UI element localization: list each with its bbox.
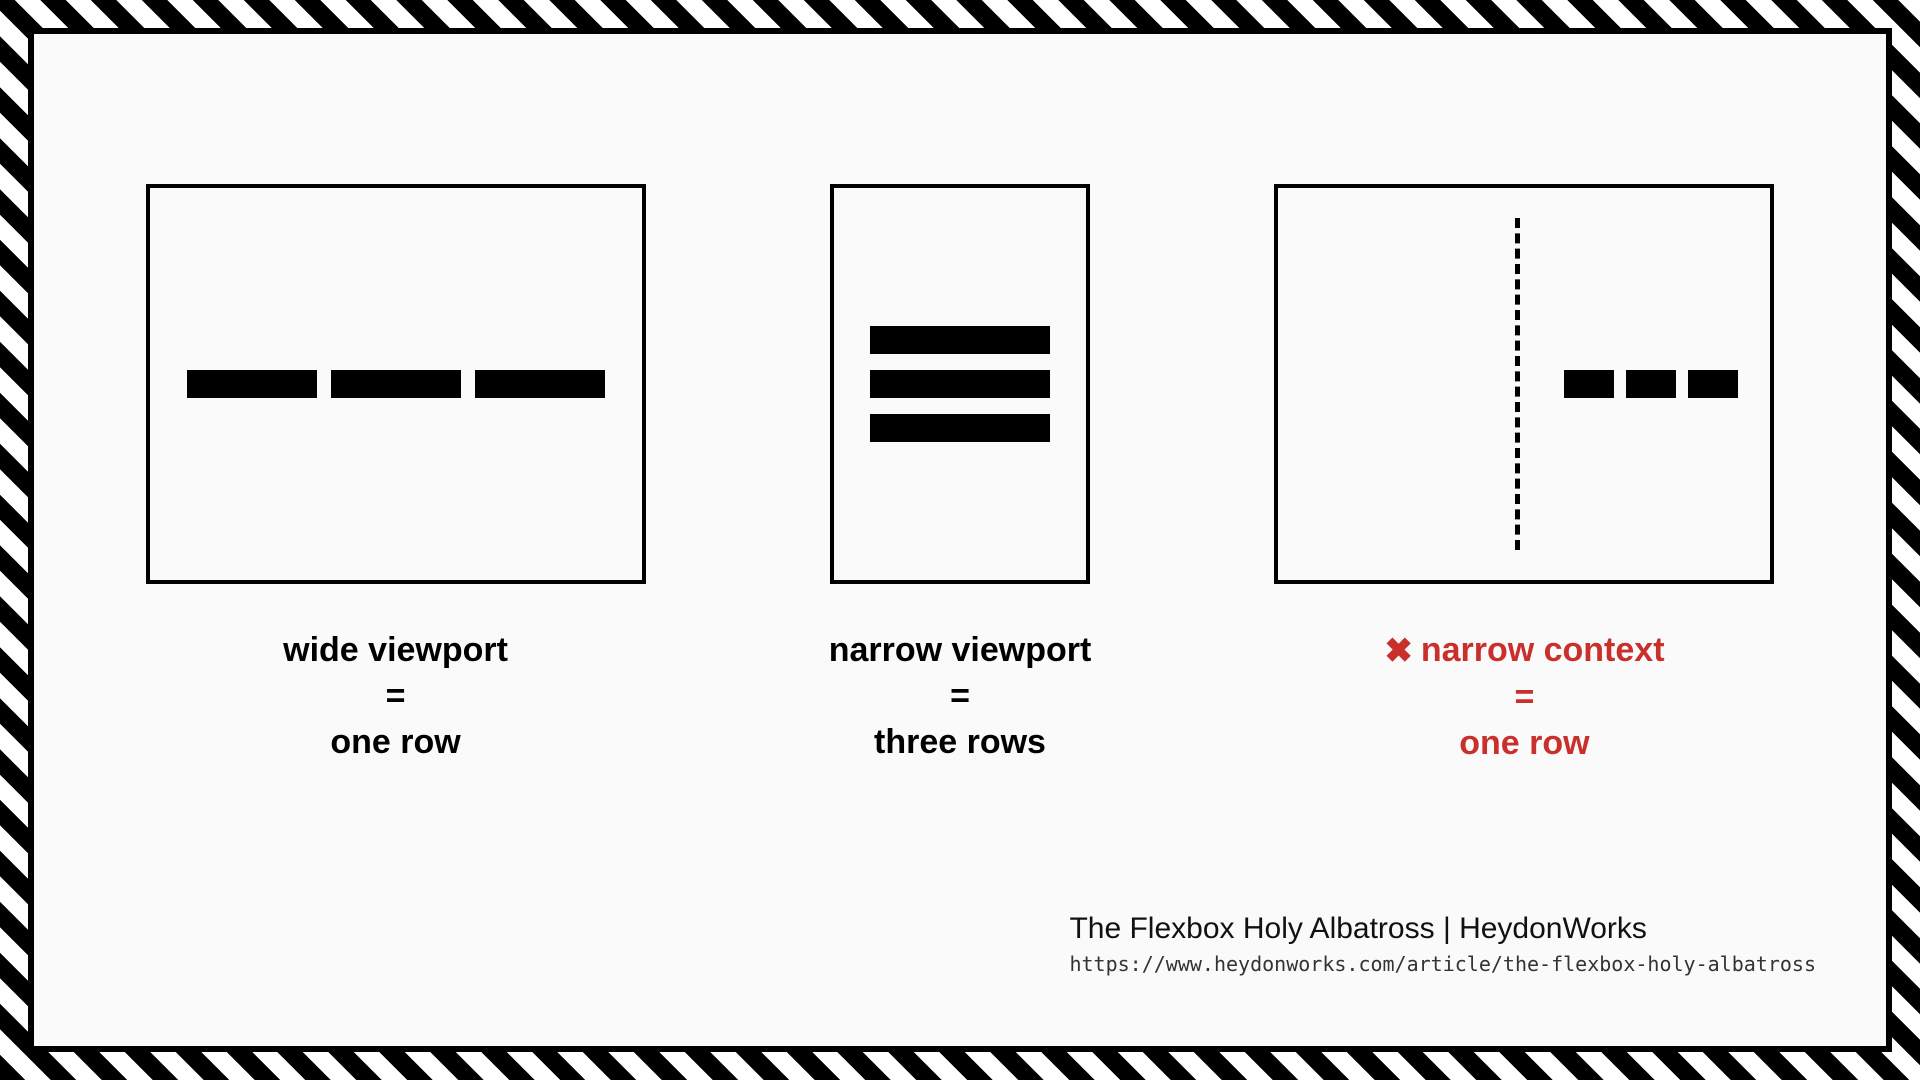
credit-block: The Flexbox Holy Albatross | HeydonWorks…: [1069, 912, 1816, 976]
caption-equals: =: [1384, 675, 1664, 721]
bar-item: [1688, 370, 1738, 398]
bar-item: [1564, 370, 1614, 398]
bar-item: [870, 414, 1050, 442]
cross-icon: ✖: [1384, 629, 1413, 675]
caption-narrow: narrow viewport = three rows: [829, 628, 1092, 766]
bar-item: [870, 326, 1050, 354]
caption-equals: =: [829, 674, 1092, 720]
credit-url: https://www.heydonworks.com/article/the-…: [1069, 952, 1816, 976]
diagram-narrow-context: ✖narrow context = one row: [1274, 184, 1774, 767]
caption-text: narrow context: [1421, 631, 1665, 669]
caption-line: one row: [283, 720, 508, 766]
split-divider: [1515, 218, 1520, 550]
caption-line: three rows: [829, 720, 1092, 766]
diagram-row: wide viewport = one row narrow viewport …: [34, 34, 1886, 767]
bars-one-row: [187, 370, 605, 398]
caption-equals: =: [283, 674, 508, 720]
slide-panel: wide viewport = one row narrow viewport …: [28, 28, 1892, 1052]
caption-wide: wide viewport = one row: [283, 628, 508, 766]
credit-title: The Flexbox Holy Albatross | HeydonWorks: [1069, 912, 1816, 946]
bar-item: [187, 370, 317, 398]
diagram-narrow-viewport: narrow viewport = three rows: [829, 184, 1092, 766]
bars-squished-row: [1564, 370, 1738, 398]
caption-line: one row: [1384, 721, 1664, 767]
bars-three-rows: [870, 326, 1050, 442]
diagram-wide-viewport: wide viewport = one row: [146, 184, 646, 766]
caption-line: wide viewport: [283, 628, 508, 674]
viewport-box-wide: [146, 184, 646, 584]
caption-line: ✖narrow context: [1384, 628, 1664, 675]
viewport-box-split: [1274, 184, 1774, 584]
caption-line: narrow viewport: [829, 628, 1092, 674]
bar-item: [331, 370, 461, 398]
viewport-box-narrow: [830, 184, 1090, 584]
caption-context: ✖narrow context = one row: [1384, 628, 1664, 767]
bar-item: [1626, 370, 1676, 398]
striped-border: wide viewport = one row narrow viewport …: [0, 0, 1920, 1080]
bar-item: [475, 370, 605, 398]
bar-item: [870, 370, 1050, 398]
